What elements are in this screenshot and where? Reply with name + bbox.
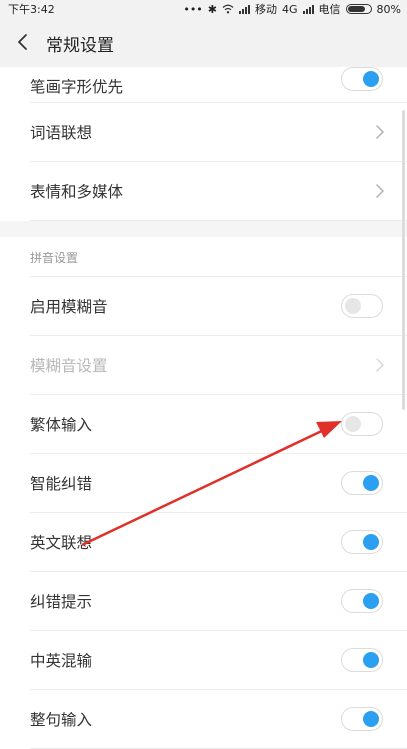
status-time: 下午3:42 bbox=[8, 3, 55, 16]
setting-label: 繁体输入 bbox=[30, 416, 93, 434]
toggle-switch[interactable] bbox=[341, 471, 383, 495]
setting-row-pinyin-6[interactable]: 中英混输 bbox=[30, 631, 407, 690]
chevron-right-icon bbox=[376, 125, 384, 139]
battery-icon bbox=[345, 4, 372, 14]
status-bar: 下午3:42 ••• ✱ 移动 4G 电信 80% bbox=[0, 0, 407, 17]
setting-row-general-0[interactable]: 笔画字形优先 bbox=[30, 67, 407, 103]
setting-label: 词语联想 bbox=[30, 124, 93, 142]
setting-row-pinyin-1: 模糊音设置 bbox=[30, 336, 407, 395]
notification-dots: ••• bbox=[183, 2, 203, 16]
toggle-knob bbox=[345, 298, 361, 314]
setting-row-pinyin-2[interactable]: 繁体输入 bbox=[30, 395, 407, 454]
setting-label: 表情和多媒体 bbox=[30, 183, 124, 201]
bluetooth-icon: ✱ bbox=[207, 2, 218, 16]
section-divider bbox=[0, 221, 407, 237]
setting-label: 纠错提示 bbox=[30, 593, 93, 611]
toggle-switch[interactable] bbox=[341, 530, 383, 554]
toggle-knob bbox=[345, 416, 361, 432]
settings-list: 笔画字形优先 词语联想表情和多媒体拼音设置启用模糊音模糊音设置繁体输入智能纠错英文… bbox=[0, 67, 407, 749]
status-icons: ••• ✱ 移动 4G 电信 80% bbox=[183, 1, 401, 17]
toggle-knob bbox=[363, 652, 379, 668]
setting-row-pinyin-7[interactable]: 整句输入 bbox=[30, 690, 407, 749]
signal-icon bbox=[239, 4, 251, 14]
setting-row-pinyin-0[interactable]: 启用模糊音 bbox=[30, 277, 407, 336]
toggle-knob bbox=[363, 534, 379, 550]
chevron-right-icon bbox=[376, 184, 384, 198]
setting-label: 智能纠错 bbox=[30, 475, 93, 493]
toggle-switch[interactable] bbox=[341, 67, 383, 91]
toggle-knob bbox=[363, 71, 379, 87]
setting-row-general-2[interactable]: 表情和多媒体 bbox=[30, 162, 407, 221]
setting-label: 模糊音设置 bbox=[30, 357, 108, 375]
section-title: 拼音设置 bbox=[30, 251, 79, 265]
section-header-pinyin: 拼音设置 bbox=[30, 237, 407, 277]
setting-row-general-1[interactable]: 词语联想 bbox=[30, 103, 407, 162]
setting-row-pinyin-5[interactable]: 纠错提示 bbox=[30, 572, 407, 631]
back-arrow-icon[interactable] bbox=[14, 31, 34, 53]
page-title: 常规设置 bbox=[46, 36, 114, 56]
carrier-1: 移动 bbox=[255, 3, 278, 16]
battery-percent: 80% bbox=[376, 2, 401, 16]
setting-row-pinyin-4[interactable]: 英文联想 bbox=[30, 513, 407, 572]
carrier-2: 电信 bbox=[318, 3, 341, 16]
battery-fill bbox=[347, 6, 365, 12]
setting-label: 英文联想 bbox=[30, 534, 93, 552]
toggle-switch[interactable] bbox=[341, 648, 383, 672]
toggle-switch[interactable] bbox=[341, 412, 383, 436]
scrollbar[interactable] bbox=[402, 110, 405, 410]
setting-label: 启用模糊音 bbox=[30, 298, 108, 316]
network-type: 4G bbox=[282, 2, 298, 16]
header: 常规设置 bbox=[0, 17, 407, 67]
toggle-switch[interactable] bbox=[341, 589, 383, 613]
setting-label: 中英混输 bbox=[30, 652, 93, 670]
setting-label: 整句输入 bbox=[30, 711, 93, 729]
toggle-switch[interactable] bbox=[341, 294, 383, 318]
toggle-knob bbox=[363, 711, 379, 727]
toggle-knob bbox=[363, 475, 379, 491]
setting-label: 笔画字形优先 bbox=[30, 78, 124, 96]
wifi-icon bbox=[222, 4, 234, 14]
setting-row-pinyin-3[interactable]: 智能纠错 bbox=[30, 454, 407, 513]
chevron-right-icon bbox=[376, 358, 384, 372]
signal-icon-2 bbox=[302, 4, 314, 14]
toggle-knob bbox=[363, 593, 379, 609]
